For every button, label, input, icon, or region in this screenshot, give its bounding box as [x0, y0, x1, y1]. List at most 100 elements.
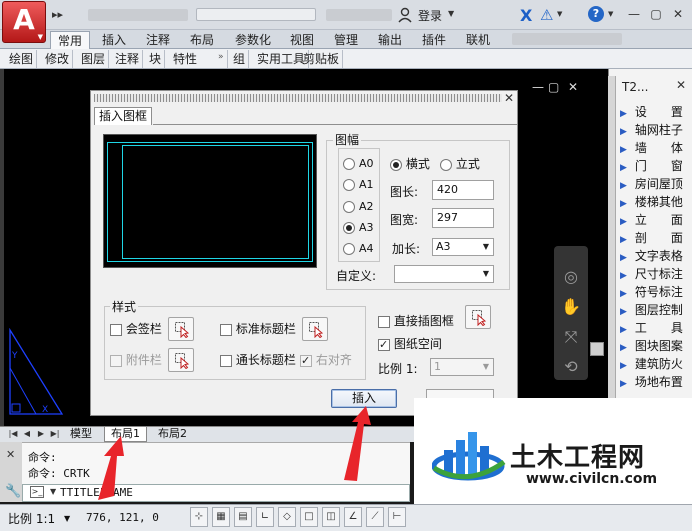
grid-toggle-icon[interactable]: ▦ [212, 507, 230, 527]
paper-size-a4-radio[interactable]: A4 [343, 241, 374, 257]
palette-item[interactable]: ▶ 门 窗 [620, 158, 692, 175]
palette-item[interactable]: ▶ 图块图案 [620, 338, 692, 355]
width-input[interactable]: 297 [432, 208, 494, 228]
prev-tab-icon[interactable]: ◀ [22, 428, 32, 440]
ortho-toggle-icon[interactable]: ▤ [234, 507, 252, 527]
custom-select[interactable]: ▼ [394, 265, 494, 283]
wrench-icon[interactable]: 🔧 [5, 484, 21, 499]
palette-item[interactable]: ▶ 图层控制 [620, 302, 692, 319]
drawing-maximize-button[interactable]: ▢ [548, 80, 559, 94]
vertical-scrollbar-thumb[interactable] [590, 342, 604, 356]
zoom-icon[interactable]: ⤧ [560, 326, 582, 348]
long-title-checkbox[interactable]: 通长标题栏 [220, 352, 296, 368]
palette-item[interactable]: ▶ 工 具 [620, 320, 692, 337]
paper-size-a1-radio[interactable]: A1 [343, 177, 374, 193]
first-tab-icon[interactable]: |◀ [8, 428, 18, 440]
tab-manage[interactable]: 管理 [328, 31, 364, 49]
window-close-button[interactable]: ✕ [668, 6, 688, 22]
user-icon[interactable] [398, 7, 412, 23]
next-tab-icon[interactable]: ▶ [36, 428, 46, 440]
connect-icon[interactable]: ⚠ [540, 6, 553, 24]
orbit-icon[interactable]: ⟲ [560, 356, 582, 378]
panel-clipboard[interactable]: 剪贴板 [300, 50, 344, 68]
chevron-down-icon[interactable]: ▼ [557, 10, 562, 18]
dialog-close-button[interactable]: ✕ [504, 91, 516, 105]
annotation-scale[interactable]: 比例 1:1 [8, 510, 55, 527]
palette-item[interactable]: ▶ 轴网柱子 [620, 122, 692, 139]
palette-item[interactable]: ▶ 文字表格 [620, 248, 692, 265]
window-maximize-button[interactable]: ▢ [646, 6, 666, 22]
palette-close-icon[interactable]: ✕ [676, 78, 686, 92]
tab-output[interactable]: 输出 [372, 31, 408, 49]
paper-size-a3-radio[interactable]: A3 [343, 220, 374, 236]
palette-item[interactable]: ▶ 尺寸标注 [620, 266, 692, 283]
chevron-down-icon[interactable]: ▼ [50, 487, 56, 496]
panel-layers[interactable]: 图层 [78, 50, 110, 68]
palette-item[interactable]: ▶ 立 面 [620, 212, 692, 229]
steering-wheel-icon[interactable]: ◎ [560, 266, 582, 288]
palette-item[interactable]: ▶ 楼梯其他 [620, 194, 692, 211]
dyn-toggle-icon[interactable]: ∠ [344, 507, 362, 527]
help-icon[interactable]: ? [588, 6, 604, 22]
tab-layout[interactable]: 布局 [184, 31, 220, 49]
dialog-drag-grip[interactable] [94, 94, 502, 102]
tab-model[interactable]: 模型 [64, 427, 98, 442]
last-tab-icon[interactable]: ▶| [50, 428, 60, 440]
panel-groups[interactable]: 组 [230, 50, 250, 68]
palette-item[interactable]: ▶ 符号标注 [620, 284, 692, 301]
paper-size-a0-radio[interactable]: A0 [343, 156, 374, 172]
tab-view[interactable]: 视图 [284, 31, 320, 49]
tab-plugins[interactable]: 插件 [416, 31, 452, 49]
ducs-toggle-icon[interactable]: ◫ [322, 507, 340, 527]
insert-button[interactable]: 插入 [331, 389, 397, 408]
tab-parametric[interactable]: 参数化 [228, 31, 278, 49]
countersign-pick-button[interactable] [168, 317, 194, 341]
direct-insert-pick-button[interactable] [465, 305, 491, 329]
palette-item[interactable]: ▶ 房间屋顶 [620, 176, 692, 193]
palette-item[interactable]: ▶ 墙 体 [620, 140, 692, 157]
otrack-toggle-icon[interactable]: □ [300, 507, 318, 527]
snap-toggle-icon[interactable]: ⊹ [190, 507, 208, 527]
scale-select[interactable]: 1 ▼ [430, 358, 494, 376]
drawing-minimize-button[interactable]: — [532, 80, 544, 94]
tab-home[interactable]: 常用 [50, 31, 90, 49]
palette-item[interactable]: ▶ 场地布置 [620, 374, 692, 391]
attached-checkbox[interactable]: 附件栏 [110, 352, 162, 368]
lineweight-toggle-icon[interactable]: ⟋ [366, 507, 384, 527]
palette-item[interactable]: ▶ 设 置 [620, 104, 692, 121]
tab-layout1[interactable]: 布局1 [104, 427, 147, 442]
tab-online[interactable]: 联机 [460, 31, 496, 49]
qp-toggle-icon[interactable]: ⊢ [388, 507, 406, 527]
panel-annotation[interactable]: 注释 [112, 50, 144, 68]
standard-title-checkbox[interactable]: 标准标题栏 [220, 321, 296, 337]
extend-select[interactable]: A3 ▼ [432, 238, 494, 256]
close-icon[interactable]: ✕ [6, 448, 15, 461]
right-align-checkbox[interactable]: 右对齐 [300, 352, 352, 369]
standard-title-pick-button[interactable] [302, 317, 328, 341]
palette-grip[interactable] [608, 76, 616, 426]
panel-block[interactable]: 块 [146, 50, 166, 68]
panel-modify[interactable]: 修改 [42, 50, 74, 68]
osnap-toggle-icon[interactable]: ◇ [278, 507, 296, 527]
quick-access-more-icon[interactable]: ▸▸ [52, 8, 63, 21]
tab-layout2[interactable]: 布局2 [152, 427, 193, 442]
paper-space-checkbox[interactable]: 图纸空间 [378, 336, 442, 353]
prompt-icon[interactable]: >_ [30, 486, 44, 498]
panel-draw[interactable]: 绘图 [6, 50, 38, 68]
tab-annotate[interactable]: 注释 [140, 31, 176, 49]
pan-hand-icon[interactable]: ✋ [560, 296, 582, 318]
orientation-portrait-radio[interactable]: 立式 [440, 155, 480, 172]
exchange-icon[interactable]: X [520, 6, 532, 25]
palette-item[interactable]: ▶ 建筑防火 [620, 356, 692, 373]
application-menu-button[interactable]: A ▼ [2, 1, 46, 43]
login-link[interactable]: 登录 [418, 7, 442, 24]
length-input[interactable]: 420 [432, 180, 494, 200]
window-minimize-button[interactable]: — [624, 6, 644, 22]
orientation-landscape-radio[interactable]: 横式 [390, 155, 430, 172]
tab-insert[interactable]: 插入 [96, 31, 132, 49]
polar-toggle-icon[interactable]: ∟ [256, 507, 274, 527]
paper-size-a2-radio[interactable]: A2 [343, 199, 374, 215]
chevron-down-icon[interactable]: ▼ [64, 514, 70, 523]
palette-item[interactable]: ▶ 剖 面 [620, 230, 692, 247]
attached-pick-button[interactable] [168, 348, 194, 372]
